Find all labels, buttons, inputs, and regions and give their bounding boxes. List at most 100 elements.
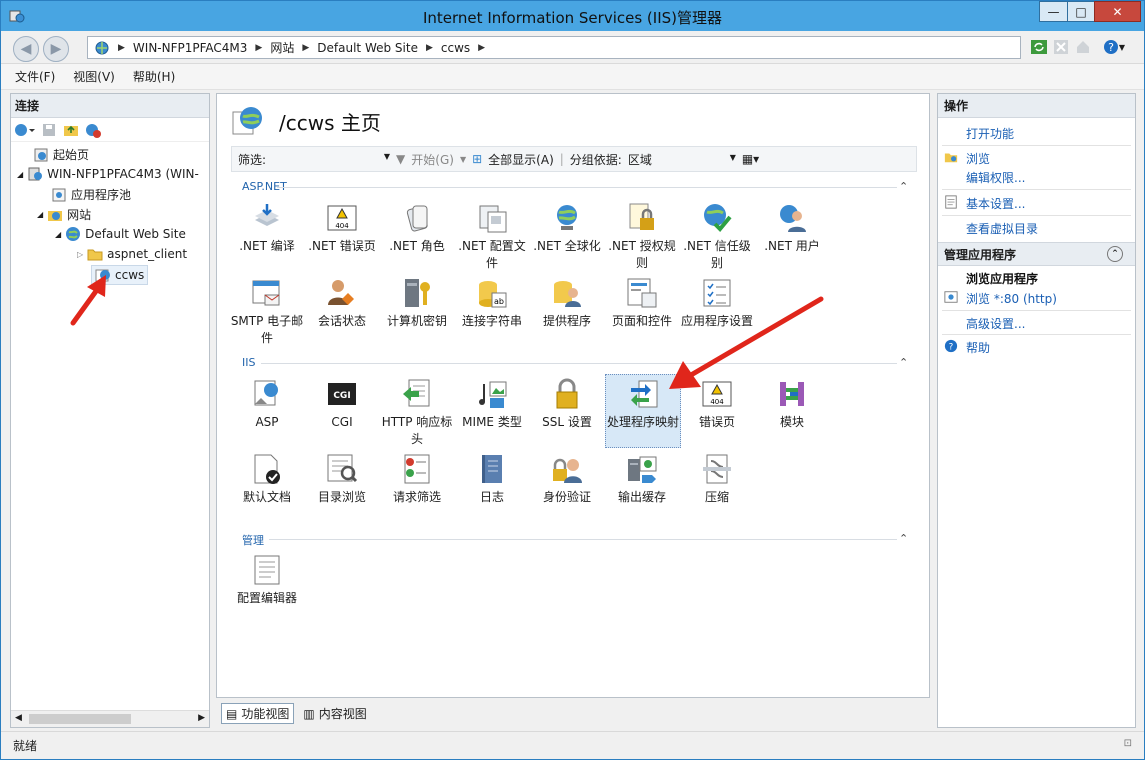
- menu-view[interactable]: 视图(V): [73, 68, 115, 85]
- cgi-icon: CGI: [328, 383, 356, 405]
- breadcrumb-server[interactable]: WIN-NFP1PFAC4M3: [133, 41, 248, 55]
- action-help[interactable]: 帮助: [966, 339, 990, 356]
- group-by-label: 分组依据:: [569, 152, 622, 167]
- tree-label: WIN-NFP1PFAC4M3 (WIN-: [47, 167, 199, 181]
- back-button[interactable]: ◀: [13, 36, 39, 62]
- connect-icon[interactable]: [13, 122, 35, 138]
- tree-label: Default Web Site: [85, 227, 186, 241]
- scrollbar-thumb[interactable]: [29, 714, 131, 724]
- scroll-left-icon[interactable]: ◀: [15, 713, 22, 723]
- feature-authentication[interactable]: 身份验证: [529, 453, 605, 506]
- action-advanced-settings[interactable]: 高级设置...: [966, 315, 1025, 332]
- collapse-section-icon[interactable]: ⌃: [1107, 246, 1123, 262]
- group-title-iis: IIS: [242, 356, 256, 369]
- globe-icon: [557, 205, 577, 230]
- profile-icon: [479, 205, 507, 233]
- manage-application-section[interactable]: 管理应用程序 ⌃: [938, 242, 1135, 266]
- filter-input[interactable]: ▼: [272, 150, 390, 168]
- feature-net-profile[interactable]: .NET 配置文件: [454, 202, 530, 272]
- feature-net-trust-levels[interactable]: .NET 信任级别: [679, 202, 755, 272]
- breadcrumb-default-site[interactable]: Default Web Site: [317, 41, 418, 55]
- address-bar[interactable]: ▶ WIN-NFP1PFAC4M3 ▶ 网站 ▶ Default Web Sit…: [87, 36, 1021, 59]
- show-all-button[interactable]: 全部显示(A): [488, 151, 554, 168]
- expand-arrow-icon: ◢: [17, 169, 24, 179]
- stop-button[interactable]: [1051, 38, 1071, 56]
- collapse-group-icon[interactable]: ⌃: [899, 532, 908, 545]
- up-level-icon[interactable]: [63, 122, 79, 138]
- tab-content-view[interactable]: ▥ 内容视图: [298, 703, 371, 724]
- action-open-feature[interactable]: 打开功能: [966, 125, 1014, 142]
- feature-ssl-settings[interactable]: SSL 设置: [529, 378, 605, 431]
- tree-start-page[interactable]: 起始页: [33, 146, 89, 163]
- feature-machine-key[interactable]: 计算机密钥: [379, 277, 455, 330]
- action-basic-settings[interactable]: 基本设置...: [966, 195, 1025, 212]
- tree-default-web-site[interactable]: ◢ Default Web Site: [55, 226, 186, 242]
- tree-sites[interactable]: ◢ 网站: [37, 206, 91, 223]
- home-button[interactable]: [1073, 38, 1093, 56]
- help-dropdown-button[interactable]: ? ▼: [1099, 38, 1129, 56]
- refresh-icon: [1031, 40, 1047, 54]
- view-mode-icon[interactable]: ▦▾: [742, 152, 759, 166]
- menu-help[interactable]: 帮助(H): [133, 68, 175, 85]
- authorization-icon: [629, 203, 654, 230]
- feature-smtp-email[interactable]: SMTP 电子邮件: [229, 277, 305, 347]
- feature-configuration-editor[interactable]: 配置编辑器: [229, 554, 305, 607]
- start-page-icon: [34, 148, 48, 161]
- feature-providers[interactable]: 提供程序: [529, 277, 605, 330]
- collapse-group-icon[interactable]: ⌃: [899, 356, 908, 369]
- annotation-arrow-handler: [669, 296, 824, 389]
- connections-panel: 连接 起始页 ◢ WIN-NFP1PFAC4M3 (WIN- 应用程序池 ◢ 网…: [10, 93, 210, 728]
- action-view-virtual-dirs[interactable]: 查看虚拟目录: [966, 220, 1038, 237]
- feature-net-authorization[interactable]: .NET 授权规则: [604, 202, 680, 272]
- close-button[interactable]: ✕: [1094, 1, 1141, 22]
- tab-features-view[interactable]: ▤ 功能视图: [221, 703, 295, 724]
- feature-net-error-pages[interactable]: 404 .NET 错误页: [304, 202, 380, 255]
- feature-request-filtering[interactable]: 请求筛选: [379, 453, 455, 506]
- feature-directory-browsing[interactable]: 目录浏览: [304, 453, 380, 506]
- forward-button[interactable]: ▶: [43, 36, 69, 62]
- scroll-right-icon[interactable]: ▶: [198, 713, 205, 723]
- feature-net-compilation[interactable]: .NET 编译: [229, 202, 305, 255]
- feature-cgi[interactable]: CGI CGI: [304, 378, 380, 431]
- feature-output-caching[interactable]: 输出缓存: [604, 453, 680, 506]
- tree-server[interactable]: ◢ WIN-NFP1PFAC4M3 (WIN-: [17, 166, 199, 182]
- tree-app-pools[interactable]: 应用程序池: [51, 186, 131, 203]
- tree-aspnet-client[interactable]: ▷ aspnet_client: [77, 246, 187, 262]
- refresh-button[interactable]: [1029, 38, 1049, 56]
- collapse-group-icon[interactable]: ⌃: [899, 180, 908, 193]
- horizontal-scrollbar[interactable]: ◀ ▶: [11, 710, 209, 727]
- feature-connection-strings[interactable]: ab 连接字符串: [454, 277, 530, 330]
- title-bar: Internet Information Services (IIS)管理器 —…: [1, 1, 1144, 31]
- breadcrumb-ccws[interactable]: ccws: [441, 41, 470, 55]
- menu-file[interactable]: 文件(F): [15, 68, 55, 85]
- disconnect-icon[interactable]: [85, 122, 101, 138]
- feature-asp[interactable]: ASP: [229, 378, 305, 431]
- asp-icon: [254, 380, 278, 406]
- feature-http-response-headers[interactable]: HTTP 响应标头: [379, 378, 455, 448]
- feature-session-state[interactable]: 会话状态: [304, 277, 380, 330]
- feature-default-document[interactable]: 默认文档: [229, 453, 305, 506]
- feature-net-roles[interactable]: .NET 角色: [379, 202, 455, 255]
- breadcrumb-sites[interactable]: 网站: [270, 39, 294, 56]
- maximize-button[interactable]: □: [1067, 1, 1095, 22]
- group-by-select[interactable]: 区域 ▼: [628, 151, 736, 168]
- feature-net-globalization[interactable]: .NET 全球化: [529, 202, 605, 255]
- action-browse[interactable]: 浏览: [966, 150, 990, 167]
- action-edit-permissions[interactable]: 编辑权限...: [966, 169, 1025, 186]
- action-browse-port[interactable]: 浏览 *:80 (http): [966, 290, 1057, 307]
- feature-compression[interactable]: 压缩: [679, 453, 755, 506]
- save-icon[interactable]: [41, 122, 57, 138]
- iis-manager-window: Internet Information Services (IIS)管理器 —…: [0, 0, 1145, 760]
- crumb-separator: ▶: [118, 42, 125, 53]
- feature-net-users[interactable]: .NET 用户: [754, 202, 830, 255]
- go-button[interactable]: 开始(G): [411, 151, 454, 168]
- svg-text:?: ?: [949, 343, 954, 353]
- feature-logging[interactable]: 日志: [454, 453, 530, 506]
- minimize-button[interactable]: —: [1039, 1, 1068, 22]
- tree-label: 应用程序池: [71, 188, 132, 202]
- feature-mime-types[interactable]: MIME 类型: [454, 378, 530, 431]
- tab-label: 功能视图: [241, 707, 290, 721]
- show-all-icon: ⊞: [472, 152, 483, 166]
- browse-page-icon: [944, 291, 958, 303]
- compression-icon: [703, 454, 731, 484]
